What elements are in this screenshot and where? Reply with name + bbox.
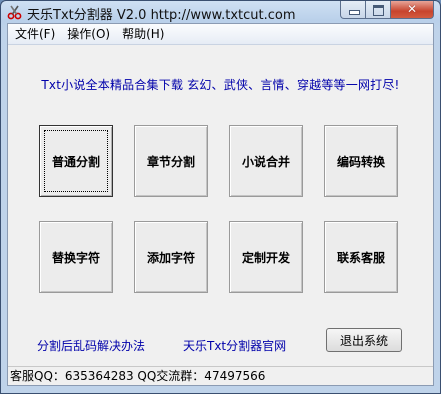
close-icon: ✕ <box>406 2 418 16</box>
menu-help[interactable]: 帮助(H) <box>116 24 170 44</box>
app-window: 天乐Txt分割器 V2.0 http://www.txtcut.com ✕ 文件… <box>0 0 441 394</box>
add-chars-button[interactable]: 添加字符 <box>134 221 208 293</box>
menu-file[interactable]: 文件(F) <box>9 24 61 44</box>
status-bar: 客服QQ：635364283 QQ交流群：47497566 <box>8 366 433 385</box>
menu-bar: 文件(F) 操作(O) 帮助(H) <box>8 24 433 45</box>
minimize-icon <box>349 10 360 15</box>
official-site-link[interactable]: 天乐Txt分割器官网 <box>183 337 286 354</box>
replace-chars-button[interactable]: 替换字符 <box>39 221 113 293</box>
maximize-icon <box>373 5 384 16</box>
novel-merge-button[interactable]: 小说合并 <box>229 125 303 197</box>
contact-support-button[interactable]: 联系客服 <box>324 221 398 293</box>
window-title: 天乐Txt分割器 V2.0 http://www.txtcut.com <box>27 8 296 23</box>
encoding-convert-button[interactable]: 编码转换 <box>324 125 398 197</box>
custom-dev-button[interactable]: 定制开发 <box>229 221 303 293</box>
exit-button[interactable]: 退出系统 <box>326 328 402 352</box>
scissors-icon <box>7 5 22 20</box>
normal-split-button[interactable]: 普通分割 <box>39 125 113 197</box>
menu-operation[interactable]: 操作(O) <box>61 24 116 44</box>
garbled-fix-link[interactable]: 分割后乱码解决办法 <box>37 337 145 354</box>
client-area: 文件(F) 操作(O) 帮助(H) Txt小说全本精品合集下载 玄幻、武侠、言情… <box>7 23 434 386</box>
maximize-button[interactable] <box>366 1 391 19</box>
promo-banner-link[interactable]: Txt小说全本精品合集下载 玄幻、武侠、言情、穿越等等一网打尽! <box>8 76 433 93</box>
chapter-split-button[interactable]: 章节分割 <box>134 125 208 197</box>
title-bar[interactable]: 天乐Txt分割器 V2.0 http://www.txtcut.com ✕ <box>1 1 440 23</box>
minimize-button[interactable] <box>340 1 366 19</box>
close-button[interactable]: ✕ <box>391 1 434 19</box>
